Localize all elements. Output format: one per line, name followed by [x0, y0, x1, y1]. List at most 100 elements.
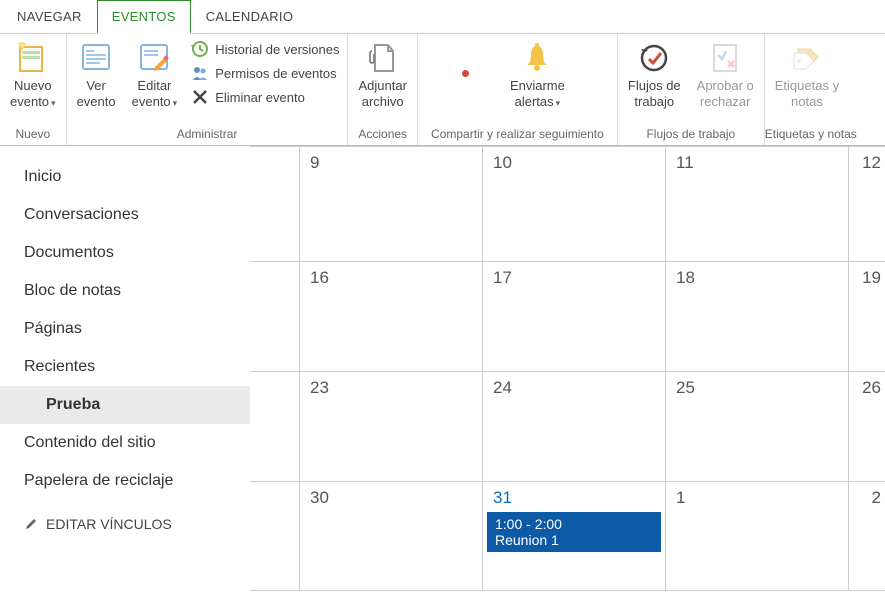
adjuntar-button[interactable]: Adjuntar archivo	[350, 38, 414, 111]
etiquetas-button[interactable]: Etiquetas y notas	[767, 38, 847, 111]
cal-cell[interactable]: 24	[483, 372, 666, 481]
cal-cell[interactable]: 17	[483, 262, 666, 371]
cal-cell[interactable]: 19	[849, 262, 885, 371]
cal-cell-lead[interactable]	[250, 372, 300, 481]
event-time: 1:00 - 2:00	[495, 516, 653, 532]
ribbon-group-compartir: Enviarme alertas Compartir y realizar se…	[418, 34, 618, 145]
tab-bar: NAVEGAR EVENTOS CALENDARIO	[0, 0, 885, 34]
new-event-icon	[15, 40, 51, 76]
historial-button[interactable]: Historial de versiones	[191, 40, 339, 58]
calendar-event[interactable]: 1:00 - 2:00Reunion 1	[487, 512, 661, 552]
sidebar-item-conversaciones[interactable]: Conversaciones	[0, 196, 250, 234]
ribbon-label-acciones: Acciones	[348, 125, 416, 145]
day-number: 1	[676, 488, 838, 508]
ribbon-label-administrar: Administrar	[67, 125, 348, 145]
edit-event-icon	[136, 40, 172, 76]
view-event-icon	[78, 40, 114, 76]
cal-cell[interactable]: 2	[849, 482, 885, 590]
main: Inicio Conversaciones Documentos Bloc de…	[0, 146, 885, 604]
flujos-label: Flujos de trabajo	[628, 78, 681, 109]
day-number: 17	[493, 268, 655, 288]
permisos-label: Permisos de eventos	[215, 66, 336, 81]
sidebar-item-documentos[interactable]: Documentos	[0, 234, 250, 272]
cal-cell[interactable]: 23	[300, 372, 483, 481]
permisos-button[interactable]: Permisos de eventos	[191, 64, 339, 82]
sidebar-item-papelera[interactable]: Papelera de reciclaje	[0, 462, 250, 500]
cal-cell[interactable]: 11	[666, 147, 849, 261]
permissions-icon	[191, 64, 209, 82]
day-number: 11	[676, 153, 838, 173]
ribbon-label-flujos: Flujos de trabajo	[618, 125, 764, 145]
cal-cell[interactable]: 18	[666, 262, 849, 371]
cal-cell[interactable]: 10	[483, 147, 666, 261]
editar-evento-label: Editar evento	[132, 78, 178, 109]
day-number: 16	[310, 268, 472, 288]
day-number: 31	[493, 488, 655, 508]
cal-cell[interactable]: 30	[300, 482, 483, 590]
ribbon-label-compartir: Compartir y realizar seguimiento	[418, 125, 617, 145]
ribbon-group-nuevo: Nuevo evento Nuevo	[0, 34, 67, 145]
cal-cell[interactable]: 16	[300, 262, 483, 371]
day-number: 18	[676, 268, 838, 288]
cal-cell[interactable]: 31 1:00 - 2:00Reunion 1	[483, 482, 666, 590]
cal-cell[interactable]: 25	[666, 372, 849, 481]
cal-cell[interactable]: 12	[849, 147, 885, 261]
ver-evento-label: Ver evento	[77, 78, 116, 109]
day-number: 2	[859, 488, 881, 508]
sidebar-item-paginas[interactable]: Páginas	[0, 310, 250, 348]
workflow-icon	[636, 40, 672, 76]
day-number: 9	[310, 153, 472, 173]
ribbon-group-etiquetas: Etiquetas y notas Etiquetas y notas	[765, 34, 857, 145]
calendar-grid: 9101112 16171819 23242526 30311:00 - 2:0…	[250, 146, 885, 604]
sidebar-item-prueba[interactable]: Prueba	[0, 386, 250, 424]
edit-links-label: EDITAR VÍNCULOS	[46, 516, 172, 532]
flujos-button[interactable]: Flujos de trabajo	[620, 38, 689, 111]
cal-cell[interactable]: 26	[849, 372, 885, 481]
aprobar-label: Aprobar o rechazar	[697, 78, 754, 109]
approve-icon	[707, 40, 743, 76]
cal-cell[interactable]: 9	[300, 147, 483, 261]
sidebar-item-recientes[interactable]: Recientes	[0, 348, 250, 386]
aprobar-button[interactable]: Aprobar o rechazar	[689, 38, 762, 111]
history-icon	[191, 40, 209, 58]
tab-navegar[interactable]: NAVEGAR	[2, 0, 97, 33]
historial-label: Historial de versiones	[215, 42, 339, 57]
day-number: 25	[676, 378, 838, 398]
day-number: 10	[493, 153, 655, 173]
delete-icon	[191, 88, 209, 106]
event-title: Reunion 1	[495, 532, 653, 548]
ribbon-label-etiquetas: Etiquetas y notas	[765, 125, 857, 145]
ribbon-label-nuevo: Nuevo	[0, 125, 66, 145]
sidebar-item-bloc[interactable]: Bloc de notas	[0, 272, 250, 310]
day-number: 26	[859, 378, 881, 398]
sidebar-item-inicio[interactable]: Inicio	[0, 158, 250, 196]
tags-icon	[789, 40, 825, 76]
tab-calendario[interactable]: CALENDARIO	[191, 0, 309, 33]
day-number: 24	[493, 378, 655, 398]
day-number: 19	[859, 268, 881, 288]
editar-evento-button[interactable]: Editar evento	[124, 38, 186, 111]
etiquetas-label: Etiquetas y notas	[775, 78, 839, 109]
cal-cell-lead[interactable]	[250, 147, 300, 261]
ribbon-group-acciones: Adjuntar archivo Acciones	[348, 34, 417, 145]
cal-cell-lead[interactable]	[250, 482, 300, 590]
day-number: 12	[859, 153, 881, 173]
alertas-button[interactable]: Enviarme alertas	[502, 38, 573, 111]
eliminar-button[interactable]: Eliminar evento	[191, 88, 339, 106]
cal-cell[interactable]: 1	[666, 482, 849, 590]
cal-cell-lead[interactable]	[250, 262, 300, 371]
day-number: 30	[310, 488, 472, 508]
edit-links-button[interactable]: EDITAR VÍNCULOS	[0, 500, 250, 548]
bell-icon	[519, 40, 555, 76]
nuevo-evento-label: Nuevo evento	[10, 78, 56, 109]
sidebar-item-contenido[interactable]: Contenido del sitio	[0, 424, 250, 462]
nuevo-evento-button[interactable]: Nuevo evento	[2, 38, 64, 111]
eliminar-label: Eliminar evento	[215, 90, 305, 105]
red-dot-icon	[462, 70, 469, 77]
adjuntar-label: Adjuntar archivo	[358, 78, 406, 109]
sidebar: Inicio Conversaciones Documentos Bloc de…	[0, 146, 250, 604]
tab-eventos[interactable]: EVENTOS	[97, 0, 191, 34]
ribbon-group-administrar: Ver evento Editar evento Historial de ve…	[67, 34, 349, 145]
day-number: 23	[310, 378, 472, 398]
ver-evento-button[interactable]: Ver evento	[69, 38, 124, 111]
